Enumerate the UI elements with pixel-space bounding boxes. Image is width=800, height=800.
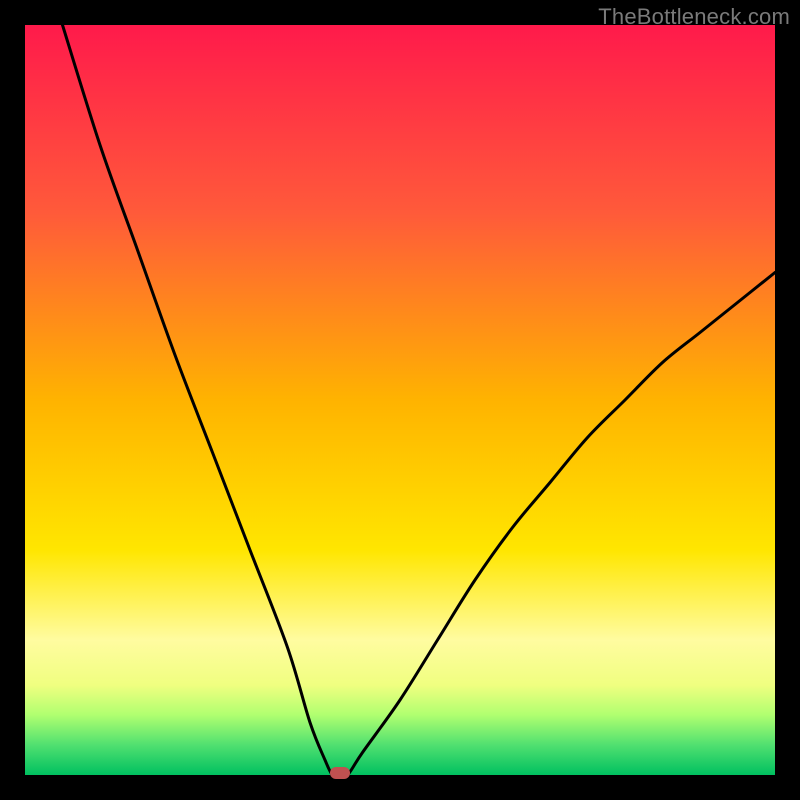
bottleneck-curve	[25, 25, 775, 775]
optimum-marker	[330, 767, 350, 779]
chart-area	[25, 25, 775, 775]
